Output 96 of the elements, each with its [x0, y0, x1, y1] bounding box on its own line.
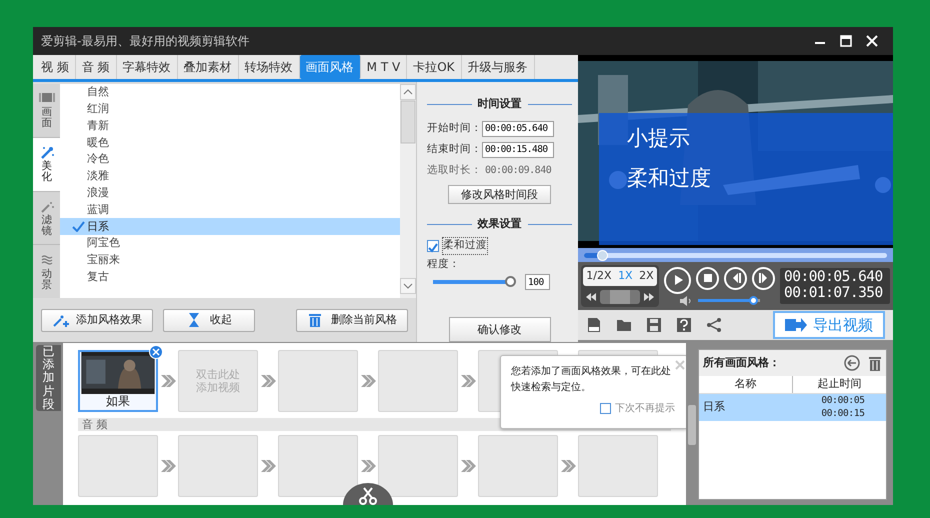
close-icon[interactable] — [864, 33, 880, 49]
side-tab[interactable]: 动景 — [33, 245, 60, 298]
export-icon — [785, 318, 807, 332]
magic-wand-icon — [38, 145, 54, 160]
stop-button[interactable] — [696, 266, 719, 290]
folder-icon[interactable] — [616, 317, 632, 333]
chevron-arrow-icon — [460, 459, 476, 473]
tab[interactable]: 卡拉OK — [407, 55, 462, 79]
side-tab[interactable]: 画面 — [33, 84, 60, 137]
new-file-icon[interactable] — [586, 317, 602, 333]
field-label: 开始时间： — [427, 120, 482, 136]
style-list-item[interactable]: 淡雅 — [60, 168, 400, 185]
maximize-icon[interactable] — [838, 33, 854, 49]
help-icon[interactable] — [676, 317, 692, 333]
collapse-handle[interactable] — [688, 405, 696, 445]
style-list-item[interactable]: 浪漫 — [60, 184, 400, 202]
progress-slider[interactable] — [584, 252, 887, 258]
style-list-item[interactable]: 宝丽来 — [60, 252, 400, 269]
panel-title: 所有画面风格： — [703, 354, 781, 371]
section-heading: 时间设置 — [478, 96, 522, 112]
chevron-arrow-icon — [560, 459, 576, 473]
tooltip-text: 您若添加了画面风格效果，可在此处快速检索与定位。 — [511, 364, 672, 394]
side-tab[interactable]: 美化 — [33, 138, 60, 190]
jog-wheel[interactable] — [600, 290, 640, 304]
duration-value: 00:00:09.840 — [485, 164, 552, 178]
clips-side-tab[interactable]: 已添加片段 — [36, 345, 61, 411]
time-input-field[interactable]: 00:00:05.640 — [482, 120, 554, 136]
empty-audio-slot[interactable] — [378, 435, 458, 497]
trash-icon[interactable] — [868, 355, 882, 371]
table-cell-text: 日系 — [702, 399, 725, 416]
delete-button[interactable]: 删除当前风格 — [296, 308, 408, 332]
side-tab[interactable]: 滤镜 — [33, 192, 60, 244]
chevron-arrow-icon — [360, 459, 376, 473]
scissors-icon — [359, 487, 377, 505]
style-list-item[interactable]: 冷色 — [60, 151, 400, 168]
style-list-item[interactable]: 自然 — [60, 84, 400, 101]
style-list-item[interactable]: 蓝调 — [60, 202, 400, 218]
checkbox[interactable] — [427, 240, 439, 252]
column-header: 名称 — [699, 376, 793, 393]
chevron-arrow-icon — [260, 459, 276, 473]
add-button[interactable]: 添加风格效果 — [41, 308, 153, 332]
tab[interactable]: 画面风格 — [300, 55, 361, 79]
rewind-icon[interactable] — [586, 292, 596, 300]
empty-clip-slot[interactable] — [378, 350, 458, 412]
confirm-button[interactable]: 确认修改 — [448, 317, 550, 342]
empty-audio-slot[interactable] — [278, 435, 358, 497]
remove-clip-button[interactable] — [149, 345, 163, 359]
style-row[interactable]: 日系 00:00:05 00:00:15 — [699, 394, 886, 421]
style-list-item[interactable]: 青新 — [60, 118, 400, 134]
speaker-icon[interactable] — [680, 296, 694, 306]
previous-frame-button[interactable] — [724, 266, 747, 290]
table-cell-text: 00:00:05 00:00:15 — [820, 394, 866, 420]
checkbox[interactable] — [600, 403, 611, 414]
checkmark-icon — [72, 221, 85, 232]
collapse-button[interactable]: 收起 — [163, 308, 255, 332]
close-icon — [152, 348, 160, 356]
window-title: 爱剪辑-最易用、最好用的视频剪辑软件 — [41, 33, 250, 50]
modify-time-button[interactable]: 修改风格时间段 — [448, 185, 551, 204]
tab[interactable]: 升级与服务 — [462, 55, 535, 79]
slot-hint: 双击此处 添加视频 — [196, 368, 240, 394]
field-label: 选取时长： — [427, 162, 482, 178]
play-button[interactable] — [664, 266, 691, 294]
tab[interactable]: 视 频 — [35, 55, 76, 79]
degree-input-field[interactable]: 100 — [525, 274, 550, 290]
style-list-item[interactable]: 日系 — [60, 218, 400, 236]
scrollbar[interactable] — [400, 84, 416, 294]
speed-option[interactable]: 2X — [639, 268, 654, 285]
style-list-item[interactable]: 复古 — [60, 268, 400, 286]
field-label: 程度： — [427, 256, 461, 272]
fast-forward-icon[interactable] — [644, 292, 654, 300]
time-input-field[interactable]: 00:00:15.480 — [482, 142, 554, 158]
clip-label: 如果 — [105, 394, 131, 410]
tab[interactable]: 叠加素材 — [178, 55, 239, 79]
speed-option[interactable]: 1/2X — [586, 268, 612, 285]
checkbox-label: 下次不再提示 — [615, 402, 675, 416]
next-frame-button[interactable] — [752, 266, 775, 290]
current-time: 00:00:05.640 — [784, 270, 884, 286]
column-header: 起止时间 — [816, 376, 862, 392]
checkbox-label: 柔和过渡 — [442, 236, 488, 254]
section-heading: 效果设置 — [478, 216, 522, 232]
tab[interactable]: 音 频 — [76, 55, 117, 79]
field-label: 结束时间： — [427, 142, 482, 157]
total-time: 00:01:07.350 — [784, 286, 884, 302]
tab[interactable]: M T V — [360, 55, 408, 79]
style-list-item[interactable]: 暖色 — [60, 134, 400, 152]
tab[interactable]: 字幕特效 — [116, 55, 178, 79]
export-video-button[interactable]: 导出视频 — [773, 311, 885, 339]
volume-slider[interactable] — [698, 299, 760, 302]
tip-text: 柔和过度 — [627, 167, 712, 190]
style-list-item[interactable]: 红润 — [60, 100, 400, 118]
empty-clip-slot[interactable] — [278, 350, 358, 412]
chevron-arrow-icon — [160, 459, 176, 473]
style-list-item[interactable]: 阿宝色 — [60, 235, 400, 252]
save-icon[interactable] — [646, 317, 662, 333]
share-icon[interactable] — [706, 317, 722, 333]
tip-title: 小提示 — [627, 127, 691, 150]
